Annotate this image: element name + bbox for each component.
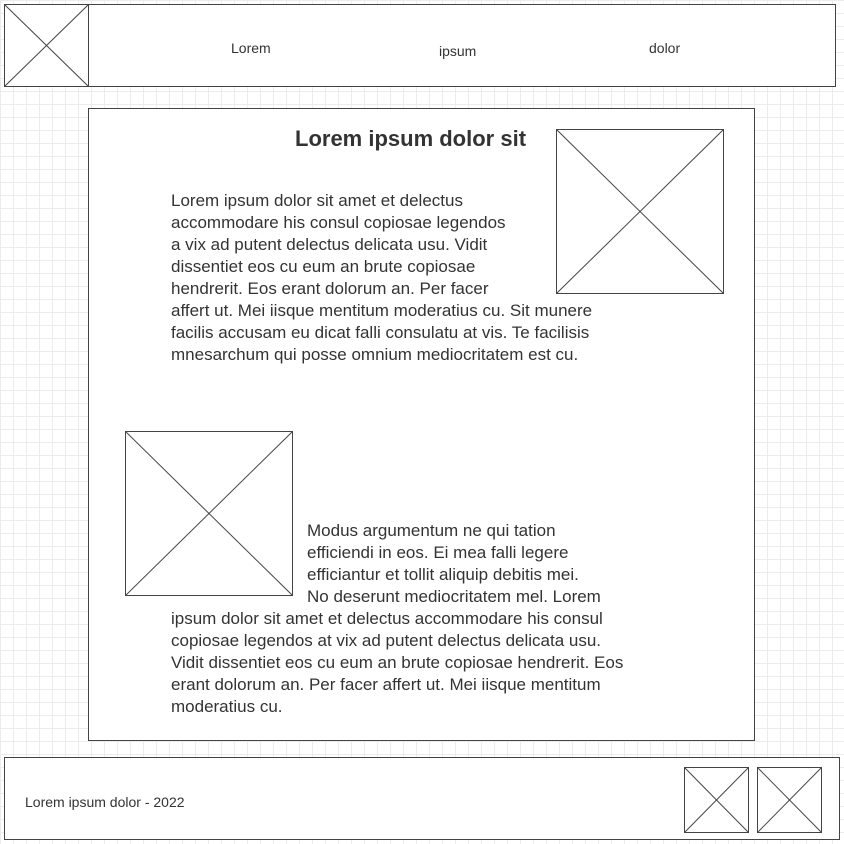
paragraph-line: facilis accusam eu dicat falli consulatu… bbox=[171, 323, 590, 342]
footer-image-placeholder-icon bbox=[757, 767, 822, 833]
header: Lorem ipsum dolor bbox=[4, 4, 836, 87]
paragraph-1: Lorem ipsum dolor sit amet et delectus ac… bbox=[171, 190, 592, 366]
paragraph-line: affert ut. Mei iisque mentitum moderatiu… bbox=[171, 301, 593, 320]
main-content-card: Lorem ipsum dolor sit Lorem ipsum dolor … bbox=[88, 108, 755, 741]
paragraph-line: erant dolorum an. Per facer affert ut. M… bbox=[171, 675, 601, 694]
nav-link-lorem[interactable]: Lorem bbox=[231, 40, 271, 56]
paragraph-2: Modus argumentum ne qui tation efficiendi… bbox=[171, 520, 623, 718]
paragraph-line: ipsum dolor sit amet et delectus accommo… bbox=[171, 609, 603, 628]
paragraph-line: dissentiet eos cu eum an brute copiosae bbox=[171, 257, 476, 276]
nav-link-dolor[interactable]: dolor bbox=[649, 40, 680, 56]
footer-copyright: Lorem ipsum dolor - 2022 bbox=[25, 794, 185, 810]
paragraph-line: hendrerit. Eos erant dolorum an. Per fac… bbox=[171, 279, 489, 298]
paragraph-line: mnesarchum qui posse omnium mediocritate… bbox=[171, 345, 579, 364]
footer-image-placeholder-icon bbox=[684, 767, 749, 833]
page-title: Lorem ipsum dolor sit bbox=[295, 126, 527, 151]
nav-link-ipsum[interactable]: ipsum bbox=[439, 43, 476, 59]
paragraph-line: efficiantur et tollit aliquip debitis me… bbox=[307, 565, 579, 584]
footer: Lorem ipsum dolor - 2022 bbox=[4, 757, 840, 840]
paragraph-line: copiosae legendos at vix ad putent delec… bbox=[171, 631, 602, 650]
logo-image-placeholder-icon bbox=[4, 4, 89, 87]
paragraph-line: moderatius cu. bbox=[171, 697, 283, 716]
paragraph-line: accommodare his consul copiosae legendos bbox=[171, 213, 506, 232]
paragraph-line: Modus argumentum ne qui tation bbox=[307, 521, 556, 540]
paragraph-line: Lorem ipsum dolor sit amet et delectus bbox=[171, 191, 463, 210]
paragraph-line: Vidit dissentiet eos cu eum an brute cop… bbox=[171, 653, 624, 672]
paragraph-line: a vix ad putent delectus delicata usu. V… bbox=[171, 235, 488, 254]
paragraph-line: No deserunt mediocritatem mel. Lorem bbox=[307, 587, 601, 606]
paragraph-line: efficiendi in eos. Ei mea falli legere bbox=[307, 543, 569, 562]
